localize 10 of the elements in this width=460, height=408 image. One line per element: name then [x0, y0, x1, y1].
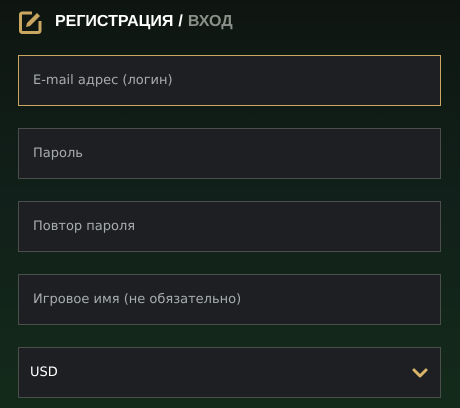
input-field[interactable]: E-mail адрес (логин): [18, 55, 441, 106]
edit-icon: [18, 10, 43, 34]
input-field[interactable]: Пароль: [18, 128, 441, 179]
input-field[interactable]: Повтор пароля: [18, 201, 441, 252]
chevron-down-icon: [412, 368, 428, 378]
input-field[interactable]: Игровое имя (не обязательно): [18, 274, 441, 325]
currency-select[interactable]: USD: [18, 347, 441, 398]
separator: /: [178, 13, 183, 31]
tab[interactable]: РЕГИСТРАЦИЯ: [55, 13, 174, 31]
tab[interactable]: ВХОД: [188, 13, 233, 31]
